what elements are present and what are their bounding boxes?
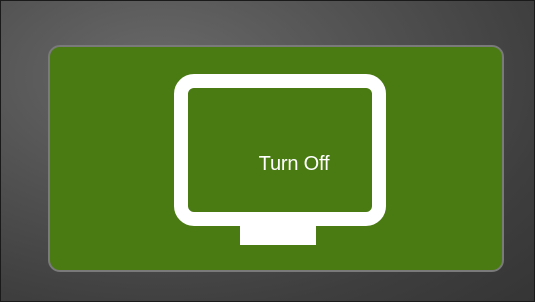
panel-frame: Turn Off [0, 0, 535, 302]
monitor-stand [240, 225, 316, 245]
tile-label: Turn Off [258, 152, 330, 175]
monitor-icon: Turn Off [174, 74, 386, 255]
monitor-screen: Turn Off [174, 74, 386, 226]
turn-off-tile-button[interactable]: Turn Off [48, 45, 504, 272]
